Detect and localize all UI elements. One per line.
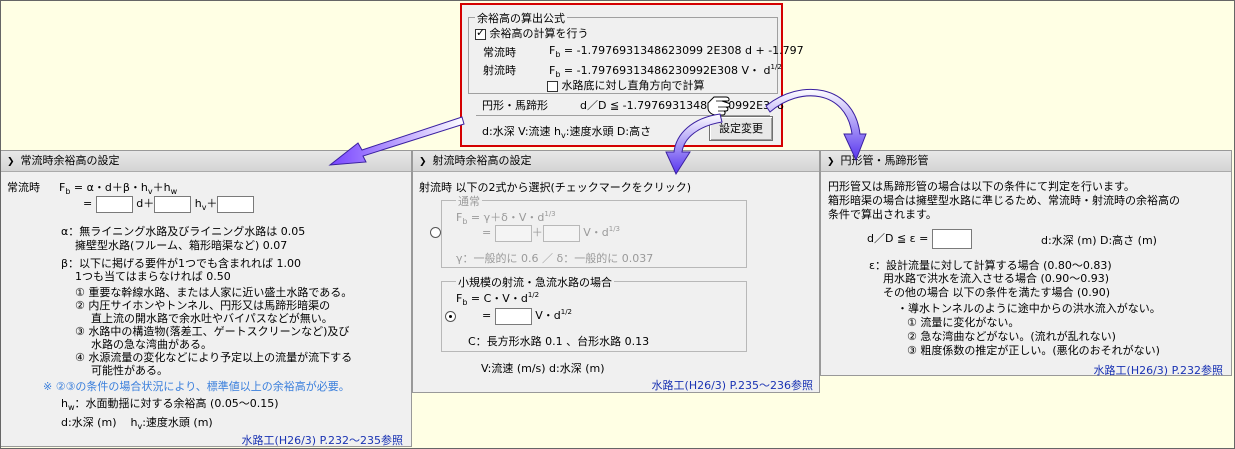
arrow-to-super-panel	[665, 113, 723, 176]
arrows-layer	[328, 88, 867, 176]
arrow-to-circ-panel	[765, 88, 867, 162]
arrow-to-normal-panel	[328, 116, 465, 166]
